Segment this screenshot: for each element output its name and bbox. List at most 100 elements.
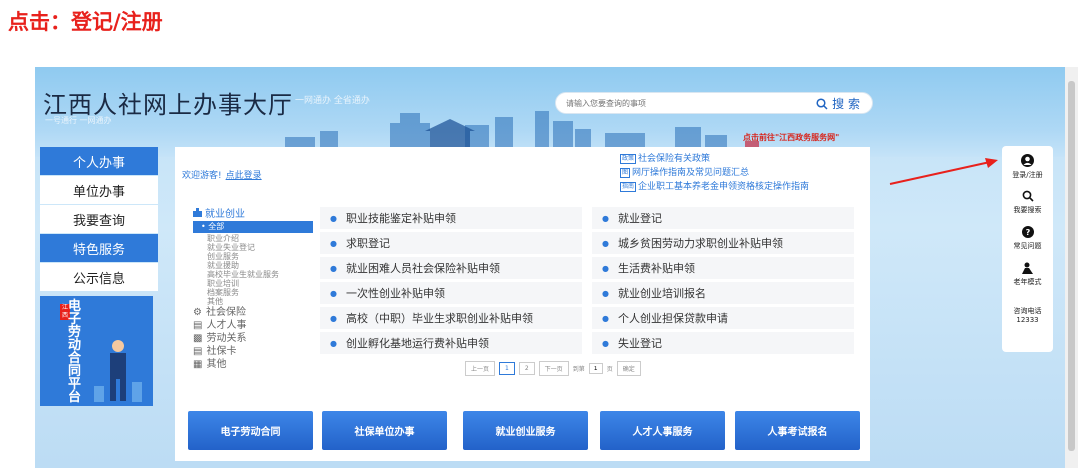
subcategory-item[interactable]: 就业援助: [193, 261, 313, 270]
category-menu: 就业创业 • 全部 职业介绍 就业失业登记 创业服务 就业援助 高校毕业生就业服…: [193, 205, 313, 371]
feature-company-services[interactable]: 社保单位办事: [322, 411, 447, 450]
service-item[interactable]: ● 创业孵化基地运行费补贴申领: [320, 332, 582, 354]
service-item[interactable]: ● 生活费补贴申领: [592, 257, 854, 279]
category-all[interactable]: • 全部: [193, 221, 313, 233]
search-button[interactable]: 搜 索: [816, 94, 860, 113]
portal-screenshot: 江西人社网上办事大厅 一网通办 全省通办 一号通行 一网通办 请输入您要查询的事…: [35, 67, 1078, 468]
left-nav: 个人办事 单位办事 我要查询 特色服务 公示信息: [40, 147, 158, 292]
feature-e-contract[interactable]: 电子劳动合同: [188, 411, 313, 450]
login-register-button[interactable]: 登录/注册: [1002, 154, 1053, 180]
category-talent[interactable]: ▤ 人才人事: [193, 319, 313, 332]
category-labor-relations[interactable]: ▩ 劳动关系: [193, 332, 313, 345]
header-banner: 江西人社网上办事大厅 一网通办 全省通办 一号通行 一网通办 请输入您要查询的事…: [35, 67, 1065, 157]
subcategory-item[interactable]: 档案服务: [193, 288, 313, 297]
feature-exam-registration[interactable]: 人事考试报名: [735, 411, 860, 450]
nav-special[interactable]: 特色服务: [40, 234, 158, 262]
service-item[interactable]: ● 高校（中职）毕业生求职创业补贴申领: [320, 307, 582, 329]
service-item[interactable]: ● 城乡贫困劳动力求职创业补贴申领: [592, 232, 854, 254]
card-icon: ▤: [193, 346, 203, 357]
page-unit-label: 页: [606, 366, 613, 373]
login-link[interactable]: 点此登录: [226, 171, 262, 181]
page-number-input[interactable]: [588, 363, 603, 374]
gov-portal-link[interactable]: 点击前往"江西政务服务网": [743, 132, 839, 143]
prev-page-button[interactable]: 上一页: [465, 361, 496, 376]
service-item[interactable]: ● 职业技能鉴定补贴申领: [320, 207, 582, 229]
bullet-icon: ●: [330, 338, 337, 348]
subcategory-item[interactable]: 高校毕业生就业服务: [193, 270, 313, 279]
service-label: 创业孵化基地运行费补贴申领: [345, 337, 489, 350]
e-contract-promo-banner[interactable]: 江西 电子劳动合同平台: [40, 296, 153, 406]
service-item[interactable]: ● 就业登记: [592, 207, 854, 229]
subcategory-item[interactable]: 职业介绍: [193, 234, 313, 243]
nav-personal[interactable]: 个人办事: [40, 147, 158, 175]
page-1-button[interactable]: 1: [499, 362, 515, 375]
search-box: 搜 索: [555, 92, 873, 114]
feature-talent-services[interactable]: 人才人事服务: [600, 411, 725, 450]
elder-mode-button[interactable]: 老年模式: [1002, 262, 1053, 287]
policy-icon: 政策: [620, 154, 637, 164]
site-slogan: 一网通办 全省通办: [295, 96, 370, 106]
service-label: 就业登记: [617, 212, 662, 225]
search-input[interactable]: [566, 96, 786, 111]
category-label: 其他: [206, 359, 227, 370]
subcategory-item[interactable]: 其他: [193, 297, 313, 306]
nav-public-info[interactable]: 公示信息: [40, 263, 158, 291]
talent-icon: ▤: [193, 320, 203, 331]
category-label: 社保卡: [206, 346, 237, 357]
page-2-button[interactable]: 2: [518, 362, 535, 375]
user-icon: [1021, 154, 1034, 167]
bullet-icon: ●: [602, 263, 609, 273]
scrollbar-thumb[interactable]: [1068, 81, 1075, 451]
policy-link-label: 社会保险有关政策: [638, 154, 711, 164]
policy-link[interactable]: 政策 社会保险有关政策: [620, 152, 809, 166]
service-label: 城乡贫困劳动力求职创业补贴申领: [617, 237, 783, 250]
service-item[interactable]: ● 个人创业担保贷款申请: [592, 307, 854, 329]
question-icon: ?: [1021, 226, 1034, 238]
next-page-button[interactable]: 下一页: [538, 361, 569, 376]
service-item[interactable]: ● 一次性创业补贴申领: [320, 282, 582, 304]
service-label: 高校（中职）毕业生求职创业补贴申领: [345, 312, 533, 325]
feature-employment-services[interactable]: 就业创业服务: [463, 411, 588, 450]
service-list: ● 职业技能鉴定补贴申领 ● 就业登记 ● 求职登记 ● 城乡贫困劳动力求职创业补贴申领…: [320, 207, 854, 354]
policy-links: 政策 社会保险有关政策 图网厅操作指南及常见问题汇总 指南 企业职工基本养老金申领资…: [620, 152, 809, 194]
bullet-icon: ●: [330, 288, 337, 298]
nav-company[interactable]: 单位办事: [40, 176, 158, 204]
category-label: 人才人事: [206, 320, 247, 331]
subcategory-item[interactable]: 就业失业登记: [193, 243, 313, 252]
service-item[interactable]: ● 就业创业培训报名: [592, 282, 854, 304]
goto-confirm-button[interactable]: 确定: [616, 361, 641, 376]
welcome-label: 欢迎游客!: [182, 171, 222, 181]
category-other[interactable]: ▦ 其他: [193, 358, 313, 371]
guide-icon: 指南: [620, 182, 637, 192]
hotline-info: 咨询电话 12333: [1002, 306, 1053, 324]
floating-toolbar: 登录/注册 我要搜索 ? 常见问题 老年模式 咨询电话 12333: [1002, 146, 1053, 352]
bullet-icon: ●: [602, 213, 609, 223]
category-social-card[interactable]: ▤ 社保卡: [193, 345, 313, 358]
category-employment-label: 就业创业: [205, 209, 245, 220]
elder-mode-label: 老年模式: [1013, 278, 1042, 286]
service-label: 失业登记: [617, 337, 662, 350]
service-item[interactable]: ● 就业困难人员社会保险补贴申领: [320, 257, 582, 279]
site-slogan-secondary: 一号通行 一网通办: [45, 116, 112, 125]
bullet-icon: ●: [330, 313, 337, 323]
employment-icon: [193, 208, 202, 217]
subcategory-item[interactable]: 创业服务: [193, 252, 313, 261]
hotline-number: 12333: [1016, 316, 1039, 324]
search-icon: [816, 97, 828, 110]
hotline-label: 咨询电话: [1013, 307, 1042, 315]
subcategory-item[interactable]: 职业培训: [193, 279, 313, 288]
service-label: 生活费补贴申领: [617, 262, 695, 275]
service-item[interactable]: ● 求职登记: [320, 232, 582, 254]
service-item[interactable]: ● 失业登记: [592, 332, 854, 354]
category-social-insurance[interactable]: ⚙ 社会保险: [193, 306, 313, 319]
faq-button[interactable]: ? 常见问题: [1002, 226, 1053, 251]
insurance-icon: ⚙: [193, 307, 202, 318]
vertical-scrollbar[interactable]: [1065, 67, 1078, 468]
category-employment[interactable]: 就业创业: [193, 205, 313, 220]
guide-link[interactable]: 图网厅操作指南及常见问题汇总: [620, 166, 809, 180]
pension-guide-link[interactable]: 指南 企业职工基本养老金申领资格核定操作指南: [620, 180, 809, 194]
search-tool-button[interactable]: 我要搜索: [1002, 190, 1053, 215]
pension-guide-link-label: 企业职工基本养老金申领资格核定操作指南: [638, 182, 810, 192]
chart-icon: 图: [620, 168, 631, 178]
nav-query[interactable]: 我要查询: [40, 205, 158, 233]
